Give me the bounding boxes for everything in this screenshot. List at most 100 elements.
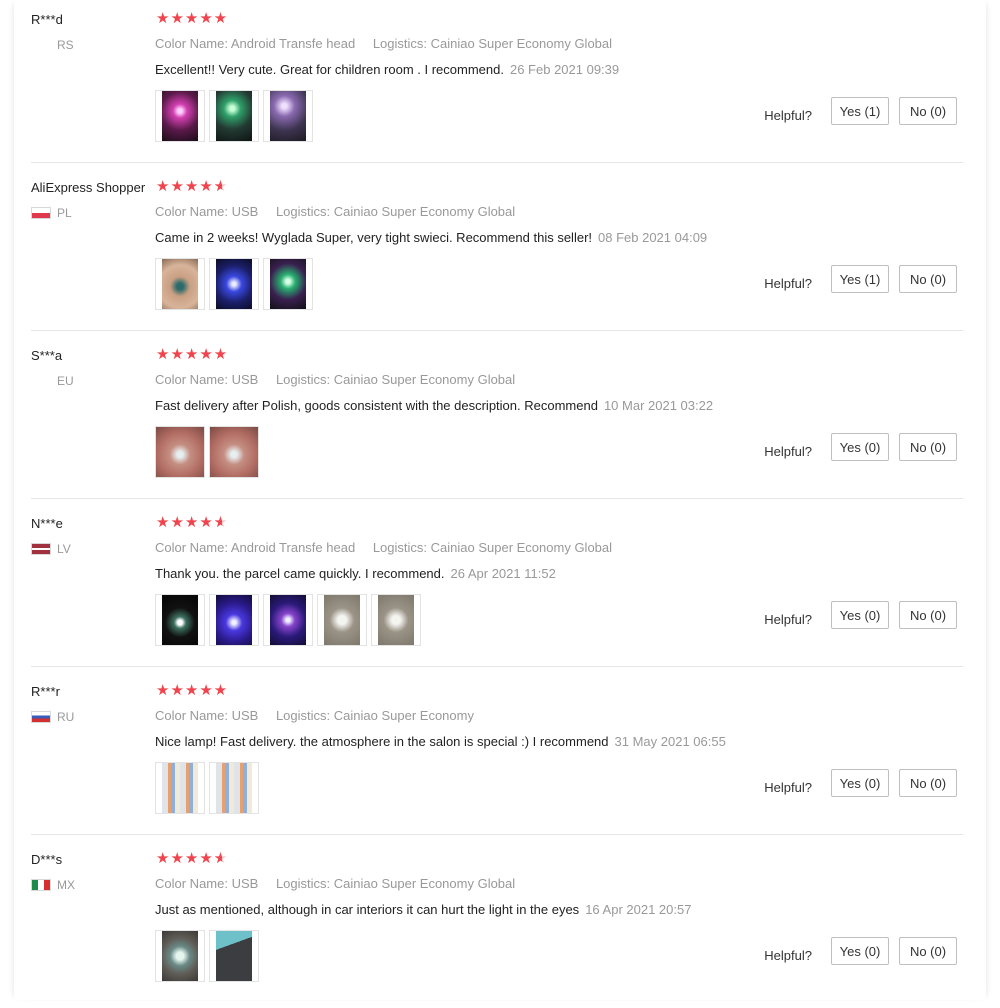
review-photo-thumbnail[interactable] xyxy=(209,90,259,142)
country-code: EU xyxy=(57,374,74,388)
reviewer-country: LV xyxy=(31,542,71,556)
logistics-label: Logistics: xyxy=(275,876,331,891)
helpful-no-button[interactable]: No (0) xyxy=(899,769,957,797)
helpful-yes-button[interactable]: Yes (1) xyxy=(831,97,889,125)
review-photo-thumbnail[interactable] xyxy=(371,594,421,646)
helpful-label: Helpful? xyxy=(764,107,812,123)
color-name-label: Color Name: xyxy=(155,204,228,219)
comment-text: Excellent!! Very cute. Great for childre… xyxy=(155,62,504,77)
star-rating: ★★★★★ xyxy=(156,682,229,699)
helpful-label: Helpful? xyxy=(764,275,812,291)
helpful-yes-button[interactable]: Yes (0) xyxy=(831,601,889,629)
review-photo-thumbnail[interactable] xyxy=(155,90,205,142)
color-name-value: Android Transfe head xyxy=(230,36,356,51)
review-comment: Thank you. the parcel came quickly. I re… xyxy=(155,566,556,581)
review-photos xyxy=(155,930,263,982)
color-name-value: USB xyxy=(231,708,259,723)
color-name-value: USB xyxy=(231,876,259,891)
divider xyxy=(31,666,963,667)
country-code: LV xyxy=(57,542,71,556)
helpful-no-button[interactable]: No (0) xyxy=(899,97,957,125)
review-photo-thumbnail[interactable] xyxy=(155,930,205,982)
review-item: S***a EU ★★★★★ Color Name: USB Logistics… xyxy=(31,336,963,504)
logistics-label: Logistics: xyxy=(372,540,428,555)
helpful-vote: Helpful? Yes (1) No (0) xyxy=(764,97,957,125)
review-meta: Color Name: USB Logistics: Cainiao Super… xyxy=(155,708,474,723)
review-photo-thumbnail[interactable] xyxy=(155,762,205,814)
review-comment: Just as mentioned, although in car inter… xyxy=(155,902,691,917)
divider xyxy=(31,162,963,163)
color-name-label: Color Name: xyxy=(155,36,228,51)
reviewer-name: R***r xyxy=(31,684,60,699)
divider xyxy=(31,498,963,499)
helpful-no-button[interactable]: No (0) xyxy=(899,601,957,629)
review-date: 16 Apr 2021 20:57 xyxy=(585,902,692,917)
helpful-vote: Helpful? Yes (0) No (0) xyxy=(764,433,957,461)
reviewer-country: PL xyxy=(31,206,72,220)
star-rating: ★★★★★ xyxy=(156,10,229,27)
review-photos xyxy=(155,90,317,142)
review-photos xyxy=(155,426,263,478)
reviewer-country: EU xyxy=(31,374,74,388)
logistics-label: Logistics: xyxy=(275,708,331,723)
helpful-vote: Helpful? Yes (0) No (0) xyxy=(764,937,957,965)
logistics-value: Cainiao Super Economy Global xyxy=(430,36,613,51)
helpful-yes-button[interactable]: Yes (0) xyxy=(831,937,889,965)
review-photo-thumbnail[interactable] xyxy=(155,426,205,478)
review-item: N***e LV ★★★★★ Color Name: Android Trans… xyxy=(31,504,963,672)
comment-text: Came in 2 weeks! Wyglada Super, very tig… xyxy=(155,230,593,245)
color-name-label: Color Name: xyxy=(155,372,228,387)
review-photo-thumbnail[interactable] xyxy=(155,594,205,646)
review-photo-thumbnail[interactable] xyxy=(209,762,259,814)
review-photos xyxy=(155,762,263,814)
comment-text: Fast delivery after Polish, goods consis… xyxy=(155,398,598,413)
reviewer-name: AliExpress Shopper xyxy=(31,180,146,195)
review-photo-thumbnail[interactable] xyxy=(317,594,367,646)
poland-flag-icon xyxy=(31,207,51,219)
country-code: PL xyxy=(57,206,72,220)
review-photo-thumbnail[interactable] xyxy=(209,426,259,478)
helpful-no-button[interactable]: No (0) xyxy=(899,937,957,965)
helpful-yes-button[interactable]: Yes (0) xyxy=(831,769,889,797)
review-comment: Nice lamp! Fast delivery. the atmosphere… xyxy=(155,734,726,749)
half-star-icon: ★ xyxy=(214,850,228,868)
review-photo-thumbnail[interactable] xyxy=(155,258,205,310)
review-meta: Color Name: USB Logistics: Cainiao Super… xyxy=(155,204,515,219)
review-comment: Excellent!! Very cute. Great for childre… xyxy=(155,62,619,77)
russia-flag-icon xyxy=(31,711,51,723)
review-meta: Color Name: USB Logistics: Cainiao Super… xyxy=(155,372,515,387)
color-name-value: USB xyxy=(231,204,259,219)
helpful-yes-button[interactable]: Yes (0) xyxy=(831,433,889,461)
review-photo-thumbnail[interactable] xyxy=(209,930,259,982)
helpful-no-button[interactable]: No (0) xyxy=(899,265,957,293)
color-name-label: Color Name: xyxy=(155,540,228,555)
comment-text: Nice lamp! Fast delivery. the atmosphere… xyxy=(155,734,609,749)
logistics-value: Cainiao Super Economy xyxy=(333,708,474,723)
helpful-yes-button[interactable]: Yes (1) xyxy=(831,265,889,293)
review-date: 26 Apr 2021 11:52 xyxy=(450,566,556,581)
star-rating: ★★★★★ xyxy=(156,514,228,532)
country-code: RS xyxy=(57,38,74,52)
country-code: MX xyxy=(57,878,75,892)
helpful-no-button[interactable]: No (0) xyxy=(899,433,957,461)
review-photos xyxy=(155,594,425,646)
review-photo-thumbnail[interactable] xyxy=(263,90,313,142)
review-photo-thumbnail[interactable] xyxy=(209,258,259,310)
review-photos xyxy=(155,258,317,310)
logistics-value: Cainiao Super Economy Global xyxy=(333,876,516,891)
review-photo-thumbnail[interactable] xyxy=(209,594,259,646)
mexico-flag-icon xyxy=(31,879,51,891)
review-date: 26 Feb 2021 09:39 xyxy=(509,62,620,77)
logistics-label: Logistics: xyxy=(275,204,331,219)
comment-text: Just as mentioned, although in car inter… xyxy=(155,902,580,917)
reviewer-country: RS xyxy=(31,38,74,52)
color-name-label: Color Name: xyxy=(155,876,228,891)
review-date: 10 Mar 2021 03:22 xyxy=(603,398,714,413)
flag-icon xyxy=(31,375,51,387)
review-comment: Fast delivery after Polish, goods consis… xyxy=(155,398,713,413)
reviewer-name: S***a xyxy=(31,348,63,363)
review-photo-thumbnail[interactable] xyxy=(263,258,313,310)
review-photo-thumbnail[interactable] xyxy=(263,594,313,646)
review-item: AliExpress Shopper PL ★★★★★ Color Name: … xyxy=(31,168,963,336)
logistics-label: Logistics: xyxy=(275,372,331,387)
